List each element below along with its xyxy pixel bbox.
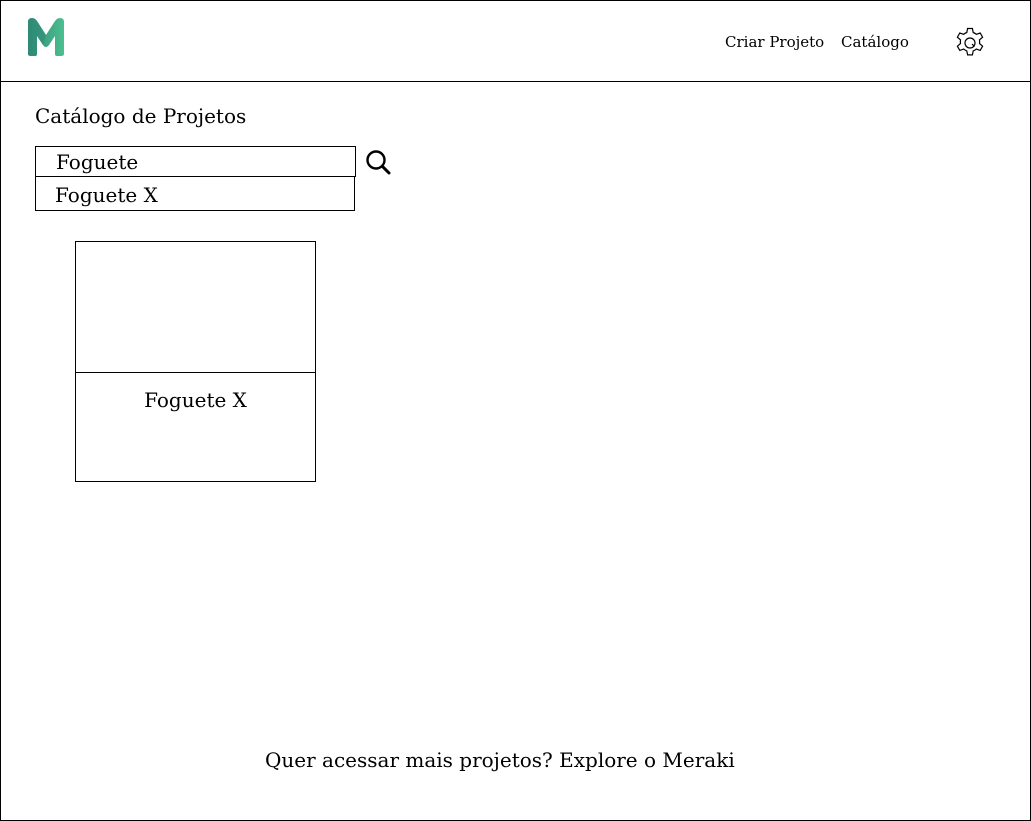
meraki-m-logo-icon[interactable] <box>25 16 67 56</box>
gear-icon[interactable] <box>953 25 987 59</box>
project-card-image <box>76 242 315 373</box>
search-input[interactable] <box>35 146 356 177</box>
project-card[interactable]: Foguete X <box>75 241 316 482</box>
search-icon[interactable] <box>364 148 392 176</box>
nav-create-project-link[interactable]: Criar Projeto <box>725 33 824 51</box>
project-card-title: Foguete X <box>144 388 247 412</box>
search-suggestion-item[interactable]: Foguete X <box>35 176 355 211</box>
page-title: Catálogo de Projetos <box>35 104 247 128</box>
top-header: Criar Projeto Catálogo <box>0 0 1031 82</box>
footer-explore-text[interactable]: Quer acessar mais projetos? Explore o Me… <box>265 748 735 772</box>
nav-catalog-link[interactable]: Catálogo <box>841 33 909 51</box>
